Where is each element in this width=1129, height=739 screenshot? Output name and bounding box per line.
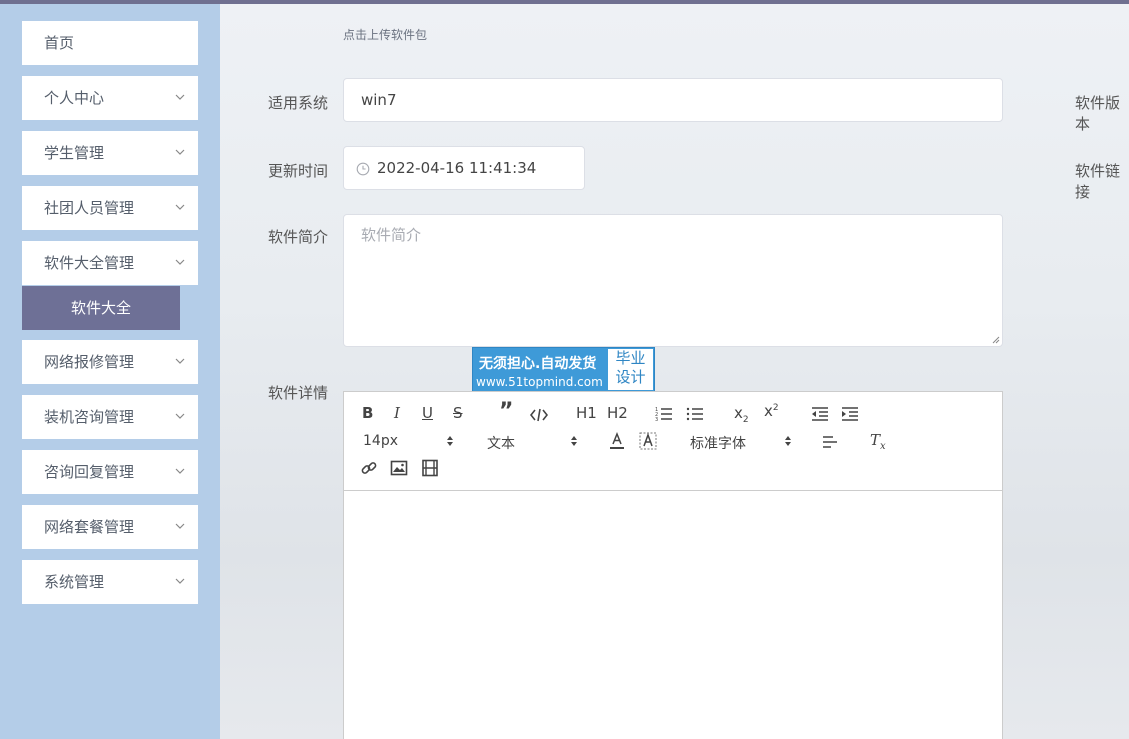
rich-text-editor: B I U S ” H1 H2 123 x2 x2 14px 文本 标准字体 T… <box>343 391 1003 739</box>
intro-textarea[interactable]: 软件简介 <box>343 214 1003 347</box>
system-input[interactable]: win7 <box>343 78 1003 122</box>
align-icon[interactable] <box>821 433 839 451</box>
editor-content-area[interactable] <box>344 491 1002 739</box>
chevron-down-icon <box>175 468 185 474</box>
main-content: 点击上传软件包 适用系统 win7 软件版本 更新时间 2022-04-16 1… <box>220 4 1129 739</box>
background-color-icon[interactable] <box>639 432 657 450</box>
sidebar: 首页 个人中心 学生管理 社团人员管理 软件大全管理 软件大全 网络报修管理 装… <box>0 4 220 739</box>
clear-format-icon[interactable]: Tx <box>870 431 886 452</box>
sidebar-item-consult-reply-management[interactable]: 咨询回复管理 <box>22 450 198 494</box>
detail-label: 软件详情 <box>268 384 329 402</box>
upload-hint[interactable]: 点击上传软件包 <box>343 26 427 43</box>
ordered-list-icon[interactable]: 123 <box>655 405 673 423</box>
chevron-down-icon <box>175 578 185 584</box>
version-label: 软件版本 <box>1075 94 1121 133</box>
strike-button[interactable]: S <box>453 404 463 422</box>
text-color-icon[interactable] <box>608 432 626 450</box>
chevron-down-icon <box>175 358 185 364</box>
sidebar-item-system-management[interactable]: 系统管理 <box>22 560 198 604</box>
editor-toolbar: B I U S ” H1 H2 123 x2 x2 14px 文本 标准字体 T… <box>344 392 1002 491</box>
watermark-box: 毕业 设计 <box>608 349 653 390</box>
chevron-down-icon <box>175 94 185 100</box>
subscript-icon[interactable]: x2 <box>734 404 749 425</box>
sidebar-subitem-software-catalog[interactable]: 软件大全 <box>22 286 180 330</box>
intro-label: 软件简介 <box>268 228 329 246</box>
code-icon[interactable] <box>530 406 548 424</box>
sidebar-item-network-package-management[interactable]: 网络套餐管理 <box>22 505 198 549</box>
bold-button[interactable]: B <box>362 404 373 422</box>
superscript-icon[interactable]: x2 <box>764 402 779 420</box>
bullet-list-icon[interactable] <box>686 405 704 423</box>
link-label: 软件链接 <box>1075 162 1121 201</box>
outdent-icon[interactable] <box>811 405 829 423</box>
chevron-down-icon <box>175 204 185 210</box>
sidebar-item-home[interactable]: 首页 <box>22 21 198 65</box>
sidebar-item-network-repair-management[interactable]: 网络报修管理 <box>22 340 198 384</box>
chevron-down-icon <box>175 259 185 265</box>
svg-text:3: 3 <box>655 417 658 423</box>
video-icon[interactable] <box>421 459 439 477</box>
link-icon[interactable] <box>360 459 378 477</box>
clock-icon <box>356 162 370 176</box>
block-type-select[interactable]: 文本 <box>487 433 515 453</box>
header2-button[interactable]: H2 <box>607 404 628 422</box>
font-family-select[interactable]: 标准字体 <box>690 433 746 453</box>
sidebar-item-software-management[interactable]: 软件大全管理 <box>22 241 198 285</box>
update-time-label: 更新时间 <box>268 162 329 180</box>
indent-icon[interactable] <box>841 405 859 423</box>
sidebar-item-student-management[interactable]: 学生管理 <box>22 131 198 175</box>
sidebar-item-club-member-management[interactable]: 社团人员管理 <box>22 186 198 230</box>
system-label: 适用系统 <box>268 94 329 112</box>
chevron-down-icon <box>175 149 185 155</box>
italic-button[interactable]: I <box>394 404 400 422</box>
header1-button[interactable]: H1 <box>576 404 597 422</box>
font-size-select[interactable]: 14px <box>363 433 398 449</box>
caret-updown-icon <box>447 436 453 446</box>
underline-button[interactable]: U <box>422 404 433 422</box>
caret-updown-icon <box>571 436 577 446</box>
sidebar-item-personal-center[interactable]: 个人中心 <box>22 76 198 120</box>
quote-icon[interactable]: ” <box>499 401 513 423</box>
caret-updown-icon <box>785 436 791 446</box>
resize-handle-icon[interactable] <box>992 336 1000 344</box>
watermark-badge: 无须担心.自动发货 www.51topmind.com 毕业 设计 <box>472 347 655 392</box>
image-icon[interactable] <box>390 459 408 477</box>
sidebar-item-installation-consult-management[interactable]: 装机咨询管理 <box>22 395 198 439</box>
update-time-picker[interactable]: 2022-04-16 11:41:34 <box>343 146 585 190</box>
chevron-down-icon <box>175 413 185 419</box>
chevron-down-icon <box>175 523 185 529</box>
